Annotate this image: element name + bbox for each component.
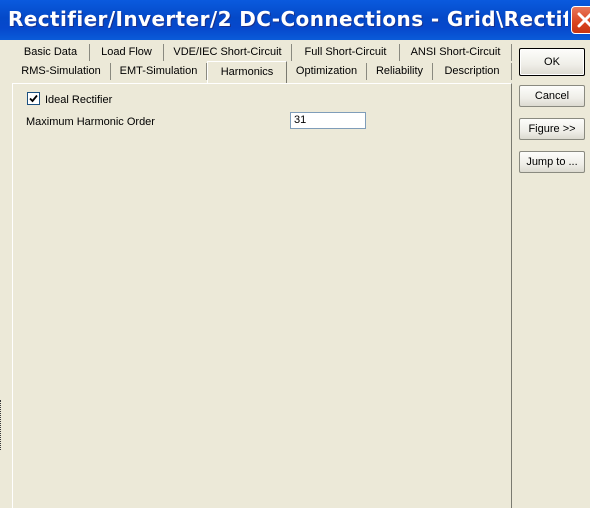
checkmark-icon — [29, 94, 38, 103]
close-icon — [577, 12, 590, 28]
tab-emt-simulation[interactable]: EMT-Simulation — [111, 63, 207, 80]
tab-optimization[interactable]: Optimization — [287, 63, 367, 80]
ideal-rectifier-label: Ideal Rectifier — [45, 94, 113, 106]
dialog-window: Rectifier/Inverter/2 DC-Connections - Gr… — [0, 0, 590, 508]
tab-description[interactable]: Description — [433, 63, 512, 80]
close-button[interactable] — [571, 6, 590, 34]
max-harmonic-order-label: Maximum Harmonic Order — [26, 116, 155, 128]
tab-basic-data[interactable]: Basic Data — [12, 44, 90, 61]
ok-button[interactable]: OK — [519, 48, 585, 76]
tab-full-short-circuit[interactable]: Full Short-Circuit — [292, 44, 400, 61]
tab-load-flow[interactable]: Load Flow — [90, 44, 164, 61]
tab-rms-simulation[interactable]: RMS-Simulation — [12, 63, 111, 80]
jump-to-button[interactable]: Jump to ... — [519, 151, 585, 173]
tab-ansi-short-circuit[interactable]: ANSI Short-Circuit — [400, 44, 512, 61]
max-harmonic-order-input[interactable]: 31 — [290, 112, 366, 129]
window-title: Rectifier/Inverter/2 DC-Connections - Gr… — [8, 7, 568, 31]
tab-reliability[interactable]: Reliability — [367, 63, 433, 80]
ideal-rectifier-row[interactable]: Ideal Rectifier — [27, 92, 112, 106]
ideal-rectifier-checkbox[interactable] — [27, 92, 40, 105]
harmonics-panel: Ideal Rectifier Maximum Harmonic Order 3… — [12, 83, 512, 508]
figure-button[interactable]: Figure >> — [519, 118, 585, 140]
tab-strip: Basic Data Load Flow VDE/IEC Short-Circu… — [12, 44, 512, 84]
tab-vde-iec-short-circuit[interactable]: VDE/IEC Short-Circuit — [164, 44, 292, 61]
window-edge-divider — [0, 400, 3, 450]
cancel-button[interactable]: Cancel — [519, 85, 585, 107]
title-bar[interactable]: Rectifier/Inverter/2 DC-Connections - Gr… — [0, 0, 590, 40]
tab-harmonics[interactable]: Harmonics — [207, 61, 287, 83]
